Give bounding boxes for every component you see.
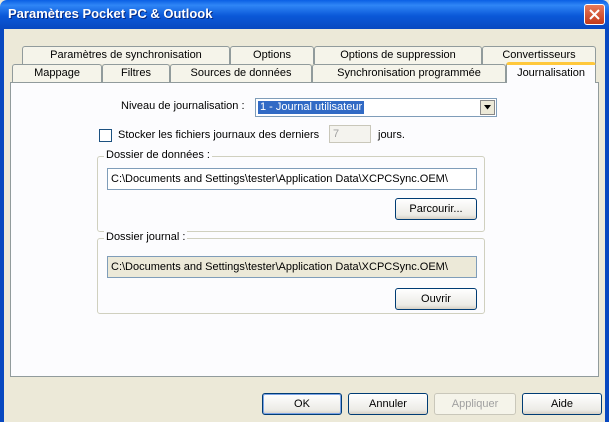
window-frame-right bbox=[605, 29, 609, 422]
tab-sources-donnees[interactable]: Sources de données bbox=[170, 64, 312, 82]
store-logs-checkbox[interactable] bbox=[99, 129, 112, 142]
cancel-button[interactable]: Annuler bbox=[348, 393, 428, 415]
ok-button[interactable]: OK bbox=[262, 393, 342, 415]
tab-filtres[interactable]: Filtres bbox=[102, 64, 170, 82]
level-label-text: Niveau de journalisation : bbox=[121, 100, 245, 112]
data-folder-group: Dossier de données : C:\Documents and Se… bbox=[97, 149, 485, 232]
level-dropdown-button[interactable] bbox=[480, 100, 495, 115]
data-folder-label: Dossier de données : bbox=[104, 149, 212, 161]
days-suffix: jours. bbox=[378, 129, 405, 141]
log-folder-path-field[interactable]: C:\Documents and Settings\tester\Applica… bbox=[107, 256, 477, 278]
tab-journalisation[interactable]: Journalisation bbox=[506, 62, 596, 83]
level-select-value: 1 - Journal utilisateur bbox=[258, 101, 365, 114]
data-folder-path-field[interactable]: C:\Documents and Settings\tester\Applica… bbox=[107, 168, 477, 190]
close-icon bbox=[589, 9, 600, 20]
days-field[interactable]: 7 bbox=[329, 125, 371, 143]
chevron-down-icon bbox=[484, 105, 491, 110]
log-folder-group: Dossier journal : C:\Documents and Setti… bbox=[97, 231, 485, 314]
tab-synchronisation-programmee[interactable]: Synchronisation programmée bbox=[312, 64, 506, 82]
tab-mappage[interactable]: Mappage bbox=[12, 64, 102, 82]
tab-parametres-synchronisation[interactable]: Paramètres de synchronisation bbox=[22, 46, 230, 64]
open-button[interactable]: Ouvrir bbox=[395, 288, 477, 310]
store-logs-label: Stocker les fichiers journaux des dernie… bbox=[118, 129, 320, 141]
tab-options[interactable]: Options bbox=[230, 46, 314, 64]
close-button[interactable] bbox=[584, 4, 605, 25]
tab-options-suppression[interactable]: Options de suppression bbox=[314, 46, 482, 64]
window-frame-left bbox=[0, 29, 4, 422]
level-label: Niveau de journalisation : bbox=[121, 100, 245, 112]
help-button[interactable]: Aide bbox=[522, 393, 602, 415]
log-folder-label: Dossier journal : bbox=[104, 231, 188, 243]
level-select[interactable]: 1 - Journal utilisateur bbox=[255, 98, 497, 117]
title-bar[interactable]: Paramètres Pocket PC & Outlook bbox=[0, 0, 609, 29]
apply-button[interactable]: Appliquer bbox=[434, 393, 516, 415]
browse-button[interactable]: Parcourir... bbox=[395, 198, 477, 220]
journalisation-panel: Niveau de journalisation : 1 - Journal u… bbox=[10, 82, 599, 377]
window-title: Paramètres Pocket PC & Outlook bbox=[8, 6, 213, 21]
